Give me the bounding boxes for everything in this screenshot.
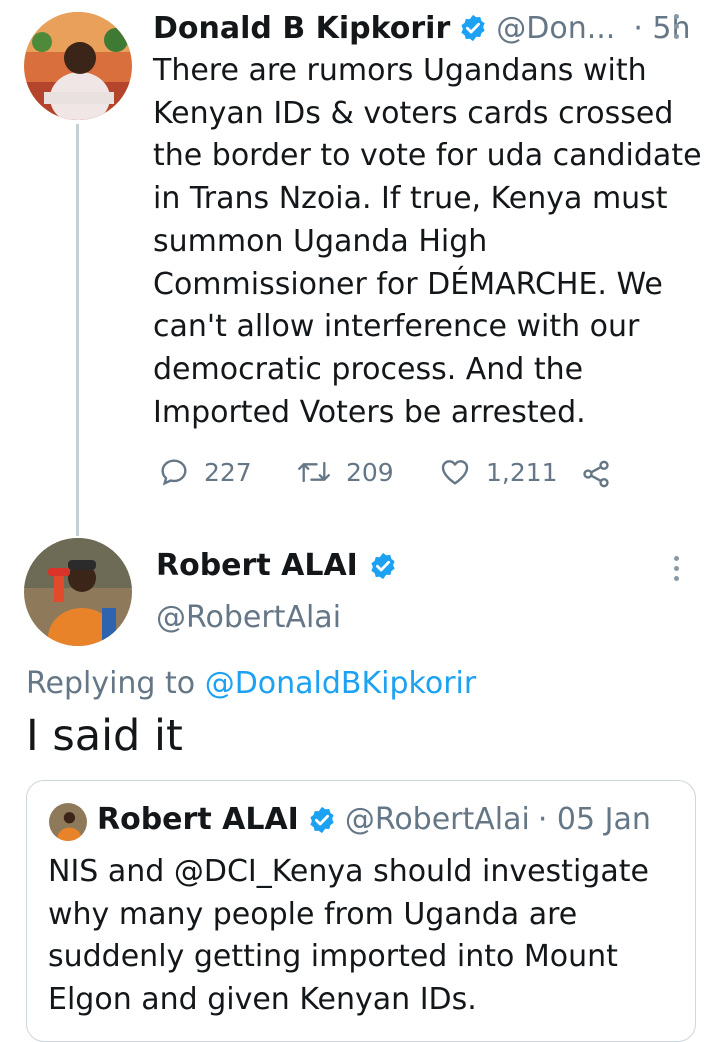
tweet1-display-name[interactable]: Donald B Kipkorir	[153, 11, 450, 46]
avatar-donald-image	[24, 12, 132, 120]
retweet-icon	[298, 461, 330, 483]
quote-avatar-image	[49, 803, 87, 841]
tweet1-header: Donald B Kipkorir @Don... · 5h	[153, 8, 691, 48]
quote-display-name: Robert ALAI	[97, 802, 299, 837]
thread-connector-line	[76, 124, 79, 536]
more-options-icon[interactable]	[674, 14, 679, 39]
more-options-icon[interactable]	[674, 556, 679, 581]
share-icon	[583, 460, 609, 488]
tweet1-text-line: There are rumors Ugandans with	[153, 53, 647, 88]
tweet1-text-line: Kenyan IDs & voters cards crossed	[153, 95, 674, 131]
tweet1-text-line: Commissioner for DÉMARCHE. We	[153, 266, 663, 302]
reply-count: 227	[204, 457, 252, 487]
tweet1-text-line: can't allow interference with our	[153, 309, 640, 345]
reply-icon	[161, 459, 187, 486]
tweet1-handle[interactable]: @Don...	[496, 11, 615, 46]
replying-to-label: Replying to	[26, 666, 196, 701]
tweet2-handle[interactable]: @RobertAlai	[156, 600, 341, 635]
quote-header: Robert ALAI @RobertAlai · 05 Jan	[97, 802, 651, 837]
like-button[interactable]: 1,211	[438, 456, 558, 488]
tweet2-text: I said it	[26, 711, 183, 761]
tweet1-text-line: summon Uganda High	[153, 223, 488, 259]
quote-handle: @RobertAlai	[344, 802, 530, 837]
quote-text-line: why many people from Uganda are	[48, 896, 578, 932]
avatar-donald[interactable]	[24, 12, 132, 120]
retweet-count: 209	[346, 457, 394, 487]
reply-button[interactable]: 227	[158, 456, 252, 488]
like-icon	[441, 460, 469, 485]
like-count: 1,211	[486, 457, 558, 487]
tweet1-text-line: Imported Voters be arrested.	[153, 394, 586, 430]
quote-text-line: Elgon and given Kenyan IDs.	[48, 982, 477, 1018]
tweet1-text-line: democratic process. And the	[153, 351, 584, 387]
avatar-robert[interactable]	[24, 538, 132, 646]
quote-text: NIS and @DCI_Kenya should investigate wh…	[48, 851, 688, 1022]
tweet1-text-line: in Trans Nzoia. If true, Kenya must	[153, 181, 668, 217]
verified-badge-icon	[461, 14, 485, 42]
tweet1-timestamp[interactable]: · 5h	[633, 11, 690, 46]
verified-badge-icon	[310, 806, 334, 833]
quote-text-line: suddenly getting imported into Mount	[48, 939, 618, 975]
replying-to-handle-link[interactable]: @DonaldBKipkorir	[205, 666, 477, 701]
tweet1-text-line: the border to vote for uda candidate	[153, 138, 702, 174]
tweet2-header: Robert ALAI	[156, 548, 398, 583]
tweet1-text: There are rumors Ugandans with Kenyan ID…	[153, 50, 713, 434]
quote-avatar	[49, 803, 87, 841]
share-button[interactable]	[580, 458, 612, 494]
quote-text-line: NIS and @DCI_Kenya should investigate	[48, 854, 649, 889]
avatar-robert-image	[24, 538, 132, 646]
retweet-button[interactable]: 209	[296, 456, 394, 488]
verified-badge-icon	[371, 552, 395, 579]
quote-date: · 05 Jan	[537, 802, 651, 837]
tweet2-display-name[interactable]: Robert ALAI	[156, 548, 358, 583]
replying-to: Replying to @DonaldBKipkorir	[26, 666, 476, 701]
